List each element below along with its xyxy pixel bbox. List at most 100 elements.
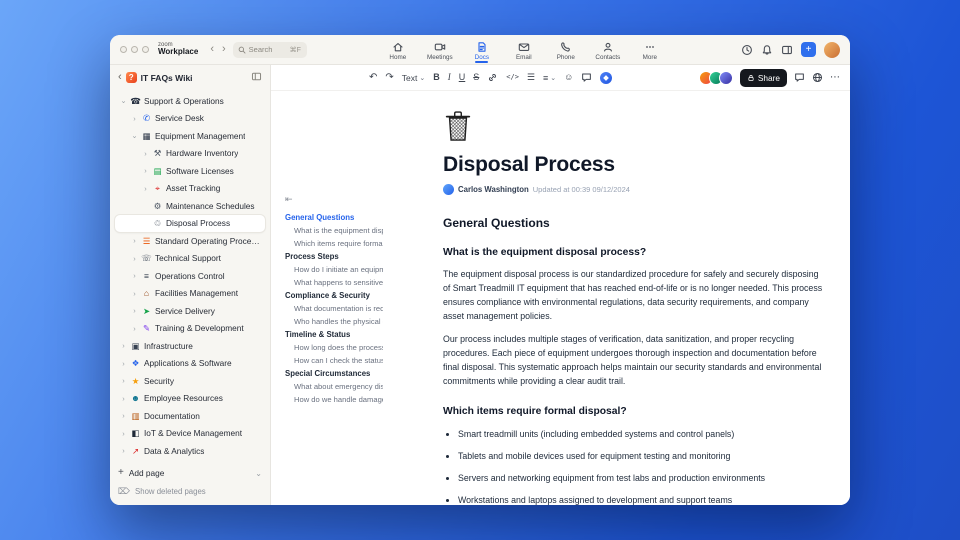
tree-item[interactable]: › ✎ Training & Development (115, 320, 265, 338)
outline-entry[interactable]: Process Steps (285, 250, 383, 263)
chevron-down-icon[interactable]: ⌄ (255, 469, 262, 478)
bell-icon[interactable] (761, 44, 773, 56)
tree-item[interactable]: › ➤ Service Delivery (115, 302, 265, 320)
paragraph[interactable]: Our process includes multiple stages of … (443, 332, 823, 388)
emoji-icon[interactable]: ☺ (564, 73, 573, 82)
question-heading[interactable]: What is the equipment disposal process? (443, 247, 823, 258)
bullet-item[interactable]: Tablets and mobile devices used for equi… (458, 450, 823, 462)
history-forward-button[interactable]: › (221, 44, 227, 55)
search-input[interactable] (248, 45, 287, 54)
chevron-icon[interactable]: ⌄ (131, 132, 138, 140)
chevron-icon[interactable]: › (131, 254, 138, 263)
collapse-sidebar-icon[interactable] (251, 69, 262, 87)
collaborator-avatar[interactable] (718, 70, 733, 85)
more-options-icon[interactable]: ⋯ (830, 72, 840, 83)
nav-more[interactable]: More (631, 39, 668, 61)
outline-entry[interactable]: Which items require formal ... (285, 237, 383, 250)
author-name[interactable]: Carlos Washington (458, 185, 529, 194)
outline-entry[interactable]: General Questions (285, 211, 383, 224)
document-body[interactable]: Disposal Process Carlos Washington Updat… (443, 91, 823, 505)
chevron-icon[interactable]: › (120, 377, 127, 385)
globe-icon[interactable] (812, 72, 823, 83)
outline-entry[interactable]: What about emergency dis... (285, 380, 383, 393)
chevron-icon[interactable]: › (120, 394, 127, 403)
chevron-icon[interactable]: › (120, 412, 127, 420)
chevron-icon[interactable]: › (142, 167, 149, 175)
tree-item[interactable]: ♲ Disposal Process (115, 214, 265, 232)
comments-panel-icon[interactable] (794, 72, 805, 83)
chevron-icon[interactable]: › (120, 359, 127, 368)
tree-item[interactable]: › ☰ Standard Operating Procedures (115, 232, 265, 250)
nav-home[interactable]: Home (379, 39, 416, 61)
chevron-icon[interactable]: › (142, 184, 149, 193)
chevron-icon[interactable]: › (120, 447, 127, 455)
bold-button[interactable]: B (433, 73, 440, 82)
minimize-button[interactable] (131, 46, 138, 53)
show-deleted-pages-button[interactable]: ⌦ Show deleted pages (118, 484, 262, 498)
outline-entry[interactable]: Who handles the physical di... (285, 315, 383, 328)
tree-item[interactable]: › ◧ IoT & Device Management (115, 425, 265, 443)
outline-entry[interactable]: How long does the process ... (285, 341, 383, 354)
tree-item[interactable]: › ↗ Data & Analytics (115, 442, 265, 460)
outline-entry[interactable]: What is the equipment disp... (285, 224, 383, 237)
code-icon[interactable]: </> (506, 74, 519, 81)
nav-phone[interactable]: Phone (547, 39, 584, 61)
tree-item[interactable]: ⌄ ☎ Support & Operations (115, 92, 265, 110)
tree-item[interactable]: › ✆ Service Desk (115, 110, 265, 128)
outline-entry[interactable]: Special Circumstances (285, 367, 383, 380)
nav-contacts[interactable]: Contacts (589, 39, 626, 61)
text-style-dropdown[interactable]: Text ⌄ (402, 73, 425, 83)
sidebar-back-button[interactable]: ‹ (118, 72, 122, 83)
paragraph[interactable]: The equipment disposal process is our st… (443, 267, 823, 323)
ai-companion-button[interactable] (600, 71, 613, 84)
align-dropdown[interactable]: ≡ ⌄ (543, 73, 556, 83)
tree-item[interactable]: › ▣ Infrastructure (115, 337, 265, 355)
chevron-icon[interactable]: › (131, 289, 138, 298)
question-heading[interactable]: Which items require formal disposal? (443, 406, 823, 417)
tree-item[interactable]: › ☏ Technical Support (115, 250, 265, 268)
nav-docs[interactable]: Docs (463, 39, 500, 63)
history-clock-icon[interactable] (741, 44, 753, 56)
collapse-outline-icon[interactable]: ⇤ (285, 195, 383, 204)
outline-entry[interactable]: Timeline & Status (285, 328, 383, 341)
outline-entry[interactable]: How can I check the status ... (285, 354, 383, 367)
chevron-icon[interactable]: › (131, 114, 138, 123)
outline-entry[interactable]: What documentation is req... (285, 302, 383, 315)
bullet-item[interactable]: Servers and networking equipment from te… (458, 472, 823, 484)
outline-entry[interactable]: How do we handle damage... (285, 393, 383, 406)
chevron-icon[interactable]: › (131, 237, 138, 245)
undo-icon[interactable]: ↶ (369, 72, 377, 83)
underline-button[interactable]: U (459, 73, 466, 82)
tree-item[interactable]: › ▥ Documentation (115, 407, 265, 425)
italic-button[interactable]: I (448, 73, 451, 82)
close-button[interactable] (120, 46, 127, 53)
tree-item[interactable]: › ≡ Operations Control (115, 267, 265, 285)
user-avatar[interactable] (824, 41, 840, 58)
section-heading[interactable]: General Questions (443, 216, 823, 230)
share-button[interactable]: Share (739, 68, 787, 87)
outline-entry[interactable]: How do I initiate an equipm... (285, 263, 383, 276)
panel-layout-icon[interactable] (781, 44, 793, 56)
tree-item[interactable]: ⌄ ▦ Equipment Management (115, 127, 265, 145)
bullet-list[interactable]: Smart treadmill units (including embedde… (443, 428, 823, 506)
link-icon[interactable] (487, 72, 498, 83)
bullet-item[interactable]: Smart treadmill units (including embedde… (458, 428, 823, 440)
history-back-button[interactable]: ‹ (209, 44, 215, 55)
chevron-icon[interactable]: › (120, 342, 127, 350)
tree-item[interactable]: › ★ Security (115, 372, 265, 390)
collaborator-avatars[interactable] (698, 70, 733, 85)
chevron-icon[interactable]: › (120, 429, 127, 438)
tree-item[interactable]: › ☻ Employee Resources (115, 390, 265, 408)
chevron-icon[interactable]: ⌄ (120, 97, 127, 105)
strikethrough-button[interactable]: S (473, 73, 479, 82)
list-icon[interactable]: ☰ (527, 73, 535, 82)
new-item-button[interactable]: + (801, 42, 816, 57)
outline-entry[interactable]: What happens to sensitive ... (285, 276, 383, 289)
add-page-button[interactable]: + Add page ⌄ (118, 465, 262, 481)
document-scroll[interactable]: ⇤ General Questions What is the equipment… (271, 91, 850, 505)
nav-meetings[interactable]: Meetings (421, 39, 458, 61)
chevron-icon[interactable]: › (131, 324, 138, 333)
global-search[interactable]: ⌘F (232, 41, 307, 58)
chevron-icon[interactable]: › (131, 272, 138, 280)
bullet-item[interactable]: Workstations and laptops assigned to dev… (458, 494, 823, 505)
